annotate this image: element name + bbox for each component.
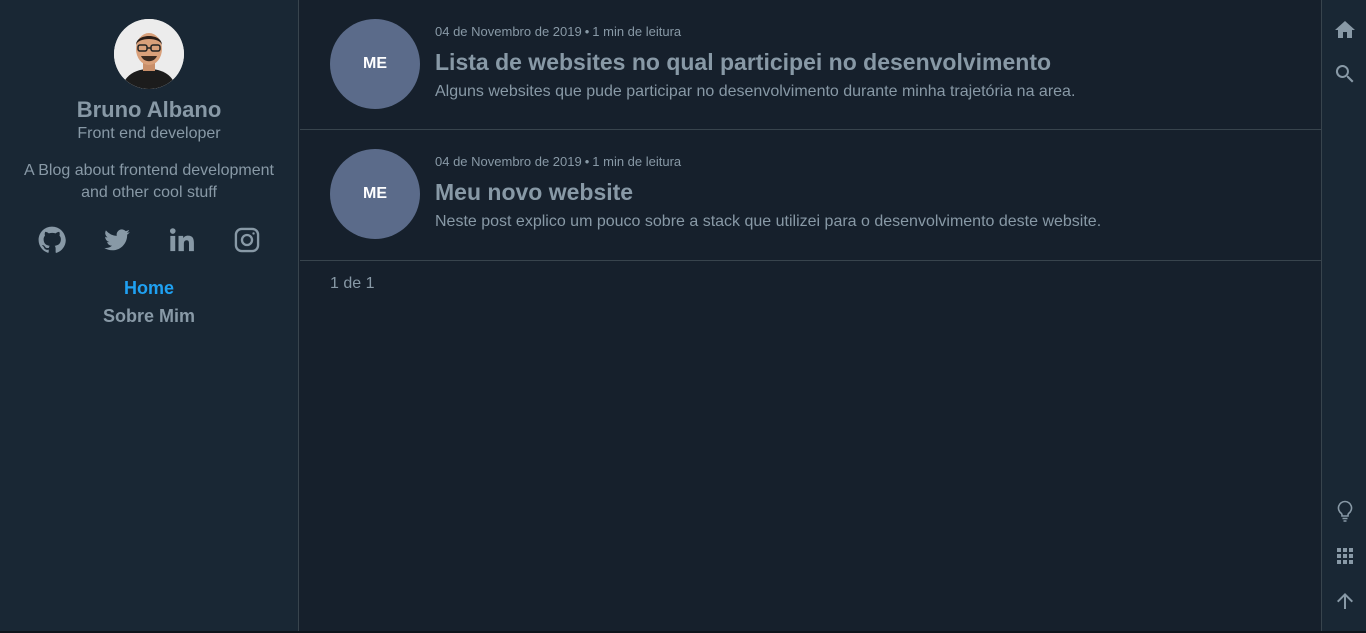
post-excerpt: Alguns websites que pude participar no d… — [435, 83, 1076, 100]
post-tag[interactable]: ME — [330, 19, 420, 109]
twitter-icon[interactable] — [103, 226, 131, 254]
nav-item-home[interactable]: Home — [124, 274, 174, 302]
arrow-up-icon[interactable] — [1333, 589, 1357, 613]
post-title[interactable]: Meu novo website — [435, 178, 1101, 206]
post-title[interactable]: Lista de websites no qual participei no … — [435, 48, 1075, 76]
post-date: 04 de Novembro de 2019 — [435, 24, 582, 39]
post-tag[interactable]: ME — [330, 149, 420, 239]
nav-item-sobre-mim[interactable]: Sobre Mim — [103, 302, 195, 330]
post-meta: 04 de Novembro de 2019 • 1 min de leitura — [435, 24, 1075, 40]
profile-name: Bruno Albano — [76, 97, 222, 122]
main-nav: Home Sobre Mim — [103, 274, 195, 330]
profile-description: A Blog about frontend development and ot… — [24, 162, 274, 201]
meta-separator: • — [584, 24, 590, 39]
instagram-icon[interactable] — [233, 226, 261, 254]
post-read-time: 1 min de leitura — [592, 154, 682, 169]
meta-separator: • — [584, 154, 590, 169]
post-item[interactable]: ME 04 de Novembro de 2019 • 1 min de leitu… — [300, 130, 1321, 261]
avatar[interactable] — [114, 19, 184, 89]
post-item[interactable]: ME 04 de Novembro de 2019 • 1 min de leitu… — [300, 0, 1321, 130]
grid-icon[interactable] — [1333, 544, 1357, 568]
social-links — [38, 226, 261, 254]
post-date: 04 de Novembro de 2019 — [435, 154, 582, 169]
home-icon[interactable] — [1333, 18, 1357, 42]
github-icon[interactable] — [38, 226, 66, 254]
linkedin-icon[interactable] — [168, 226, 196, 254]
sidebar: Bruno Albano Front end developer A Blog … — [0, 0, 299, 633]
post-meta: 04 de Novembro de 2019 • 1 min de leitura — [435, 154, 1101, 170]
profile-role: Front end developer — [77, 125, 221, 142]
post-read-time: 1 min de leitura — [592, 24, 682, 39]
pagination-status: 1 de 1 — [330, 275, 375, 292]
avatar-photo — [114, 19, 184, 89]
post-excerpt: Neste post explico um pouco sobre a stac… — [435, 213, 1102, 230]
right-toolbar — [1321, 0, 1366, 633]
post-list: ME 04 de Novembro de 2019 • 1 min de leitu… — [300, 0, 1321, 633]
search-icon[interactable] — [1333, 62, 1357, 86]
lightbulb-icon[interactable] — [1333, 499, 1357, 523]
